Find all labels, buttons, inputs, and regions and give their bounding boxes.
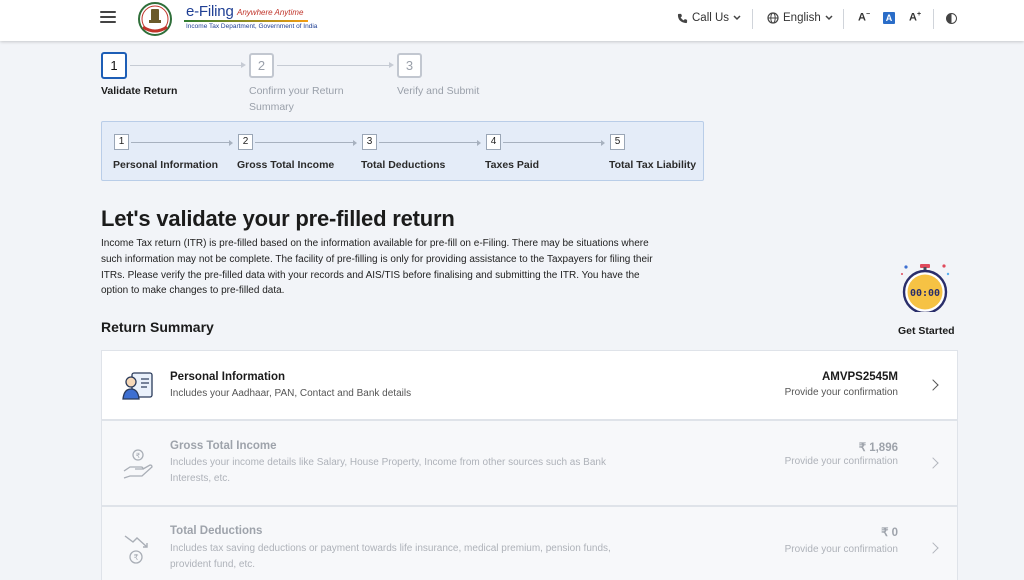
svg-text:₹: ₹ [133,553,138,562]
step-2-label: Confirm your Return Summary [249,85,344,113]
card-description: Includes your Aadhaar, PAN, Contact and … [170,388,412,399]
substep-5-label: Total Tax Liability [609,159,697,171]
income-value: ₹ 1,896 [858,442,898,454]
pan-value: AMVPS2545M [821,371,898,383]
stopwatch-display: 00:00 [910,288,940,299]
substep-1-label: Personal Information [113,159,219,171]
substep-1-box: 1 [114,134,129,150]
logo-divider [184,20,308,22]
gross-total-income-card[interactable]: ₹ Gross Total Income Includes your incom… [101,420,958,506]
chevron-right-icon[interactable] [927,457,939,469]
card-description: Includes your income details like Salary… [170,457,606,484]
get-started-label[interactable]: Get Started [898,325,955,337]
substep-3-box: 3 [362,134,377,150]
deductions-value: ₹ 0 [881,527,898,539]
font-normal-button[interactable]: A [883,12,895,24]
card-status: Provide your confirmation [784,544,898,555]
step-connector [277,62,394,68]
font-decrease-label: A [858,11,866,24]
government-emblem-logo [138,2,172,36]
substep-5-box: 5 [610,134,625,150]
substep-2-box: 2 [238,134,253,150]
card-description: Includes tax saving deductions or paymen… [170,543,611,570]
svg-text:₹: ₹ [136,452,141,460]
personal-information-card[interactable]: Personal Information Includes your Aadha… [101,350,958,420]
chevron-right-icon[interactable] [927,542,939,554]
card-status: Provide your confirmation [784,456,898,467]
hand-coin-icon: ₹ [123,449,153,479]
logo-tagline: Anywhere Anytime [237,8,304,17]
font-increase-button[interactable]: A+ [909,11,921,24]
substep-4-box: 4 [486,134,501,150]
step-2-box: 2 [249,53,274,78]
substep-2-label: Gross Total Income [237,159,335,171]
step-3-label: Verify and Submit [397,85,480,97]
total-deductions-card[interactable]: ₹ Total Deductions Includes tax saving d… [101,506,958,580]
page-title: Let's validate your pre-filled return [101,206,455,231]
hamburger-menu-icon[interactable] [100,11,116,25]
card-title: Total Deductions [170,525,263,537]
phone-icon [677,13,688,23]
chevron-right-icon[interactable] [927,379,939,391]
card-title: Personal Information [170,371,286,383]
header-separator [752,9,753,29]
language-label: English [783,12,821,24]
font-increase-label: A [909,11,917,24]
substep-connector [255,139,357,146]
stopwatch-icon[interactable]: 00:00 [896,262,954,312]
globe-icon [767,12,779,24]
card-status: Provide your confirmation [784,387,898,398]
chevron-down-icon [733,15,741,21]
step-1-label: Validate Return [101,85,178,97]
step-1-box: 1 [101,52,127,79]
substep-connector [379,139,481,146]
step-3-box: 3 [397,53,422,78]
substep-3-label: Total Deductions [361,159,446,171]
step-connector [130,62,246,68]
language-selector[interactable]: English [767,12,833,24]
contrast-toggle-icon[interactable] [946,13,957,24]
return-summary-heading: Return Summary [101,319,214,335]
font-decrease-button[interactable]: A− [858,11,870,24]
header-separator [843,9,844,29]
call-us-label: Call Us [692,12,730,24]
substep-connector [503,139,605,146]
intro-text: Income Tax return (ITR) is pre-filled ba… [101,238,653,297]
chevron-down-icon [825,15,833,21]
falling-coin-icon: ₹ [124,535,148,564]
card-title: Gross Total Income [170,440,277,452]
logo-department: Income Tax Department, Government of Ind… [186,23,318,30]
call-us-button[interactable]: Call Us [677,12,741,24]
top-header: e-Filing Anywhere Anytime Income Tax Dep… [0,0,1024,41]
sub-step-panel [101,121,704,181]
person-id-card-icon [122,372,153,400]
substep-4-label: Taxes Paid [485,159,540,171]
logo-efiling[interactable]: e-Filing [186,3,234,20]
substep-connector [131,139,233,146]
header-separator [933,9,934,29]
